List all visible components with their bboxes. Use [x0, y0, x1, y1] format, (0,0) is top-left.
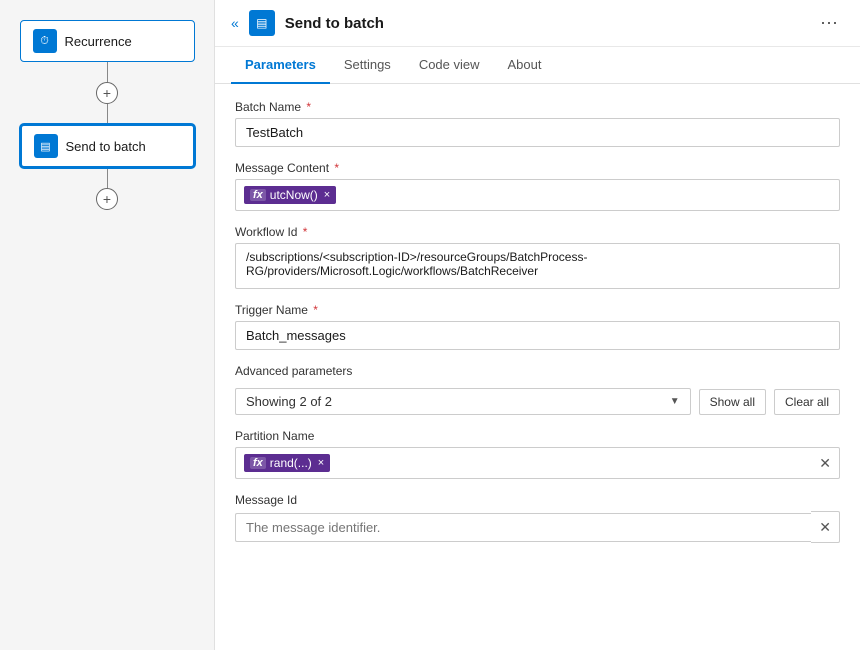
- trigger-name-label: Trigger Name *: [235, 303, 840, 317]
- trigger-name-field: Trigger Name *: [235, 303, 840, 350]
- fx-icon-2: fx: [250, 457, 266, 469]
- collapse-button[interactable]: «: [231, 15, 239, 31]
- trigger-name-input[interactable]: [235, 321, 840, 350]
- tab-code-view[interactable]: Code view: [405, 47, 494, 84]
- add-step-btn-2[interactable]: +: [96, 188, 118, 210]
- rand-token-close-btn[interactable]: ×: [318, 457, 324, 469]
- tab-about[interactable]: About: [494, 47, 556, 84]
- rand-token[interactable]: fx rand(...) ×: [244, 454, 330, 472]
- partition-name-row: fx rand(...) × ✕: [235, 447, 840, 479]
- connector-1: +: [96, 62, 118, 124]
- token-label: utcNow(): [270, 188, 318, 202]
- right-panel: « ▤ Send to batch ⋯ Parameters Settings …: [215, 0, 860, 650]
- message-id-input[interactable]: [235, 513, 811, 542]
- message-id-label: Message Id: [235, 493, 840, 507]
- rand-token-label: rand(...): [270, 456, 312, 470]
- advanced-parameters-row: Showing 2 of 2 ▼ Show all Clear all: [235, 388, 840, 415]
- chevron-down-icon: ▼: [670, 396, 680, 407]
- advanced-parameters-label: Advanced parameters: [235, 364, 840, 378]
- tab-settings[interactable]: Settings: [330, 47, 405, 84]
- message-id-field: Message Id ✕: [235, 493, 840, 543]
- send-to-batch-node[interactable]: ▤ Send to batch: [20, 124, 195, 168]
- batch-name-field: Batch Name *: [235, 100, 840, 147]
- batch-name-label: Batch Name *: [235, 100, 840, 114]
- connector-line-2: [107, 104, 108, 124]
- close-icon: ✕: [819, 455, 831, 472]
- tab-parameters[interactable]: Parameters: [231, 47, 330, 84]
- message-id-clear-button[interactable]: ✕: [811, 511, 840, 543]
- send-to-batch-label: Send to batch: [66, 139, 146, 154]
- utcnow-token[interactable]: fx utcNow() ×: [244, 186, 336, 204]
- message-content-label: Message Content *: [235, 161, 840, 175]
- connector-line: [107, 62, 108, 82]
- message-content-input[interactable]: fx utcNow() ×: [235, 179, 840, 211]
- recurrence-node[interactable]: ⏱ Recurrence: [20, 20, 195, 62]
- advanced-dropdown[interactable]: Showing 2 of 2 ▼: [235, 388, 691, 415]
- show-all-button[interactable]: Show all: [699, 389, 766, 415]
- panel-title: Send to batch: [285, 15, 804, 32]
- recurrence-label: Recurrence: [65, 34, 132, 49]
- clear-all-button[interactable]: Clear all: [774, 389, 840, 415]
- tabs-bar: Parameters Settings Code view About: [215, 47, 860, 84]
- message-id-row: ✕: [235, 511, 840, 543]
- more-options-button[interactable]: ⋯: [814, 11, 844, 36]
- dropdown-text: Showing 2 of 2: [246, 394, 332, 409]
- close-icon-2: ✕: [819, 519, 831, 536]
- batch-name-input[interactable]: [235, 118, 840, 147]
- form-area: Batch Name * Message Content * fx utcNow…: [215, 84, 860, 559]
- partition-name-label: Partition Name: [235, 429, 840, 443]
- connector-2: +: [96, 168, 118, 210]
- partition-clear-button[interactable]: ✕: [811, 447, 840, 479]
- add-step-btn-1[interactable]: +: [96, 82, 118, 104]
- message-content-field: Message Content * fx utcNow() ×: [235, 161, 840, 211]
- right-header: « ▤ Send to batch ⋯: [215, 0, 860, 47]
- partition-name-field: Partition Name fx rand(...) × ✕: [235, 429, 840, 479]
- connector-line-3: [107, 168, 108, 188]
- advanced-parameters-section: Advanced parameters Showing 2 of 2 ▼ Sho…: [235, 364, 840, 415]
- recurrence-icon: ⏱: [33, 29, 57, 53]
- workflow-id-label: Workflow Id *: [235, 225, 840, 239]
- header-icon: ▤: [249, 10, 275, 36]
- partition-name-input[interactable]: fx rand(...) ×: [235, 447, 811, 479]
- token-close-btn[interactable]: ×: [324, 189, 330, 201]
- left-panel: ⏱ Recurrence + ▤ Send to batch +: [0, 0, 215, 650]
- fx-icon: fx: [250, 189, 266, 201]
- send-to-batch-icon: ▤: [34, 134, 58, 158]
- workflow-id-input[interactable]: /subscriptions/<subscription-ID>/resourc…: [235, 243, 840, 289]
- workflow-id-field: Workflow Id * /subscriptions/<subscripti…: [235, 225, 840, 289]
